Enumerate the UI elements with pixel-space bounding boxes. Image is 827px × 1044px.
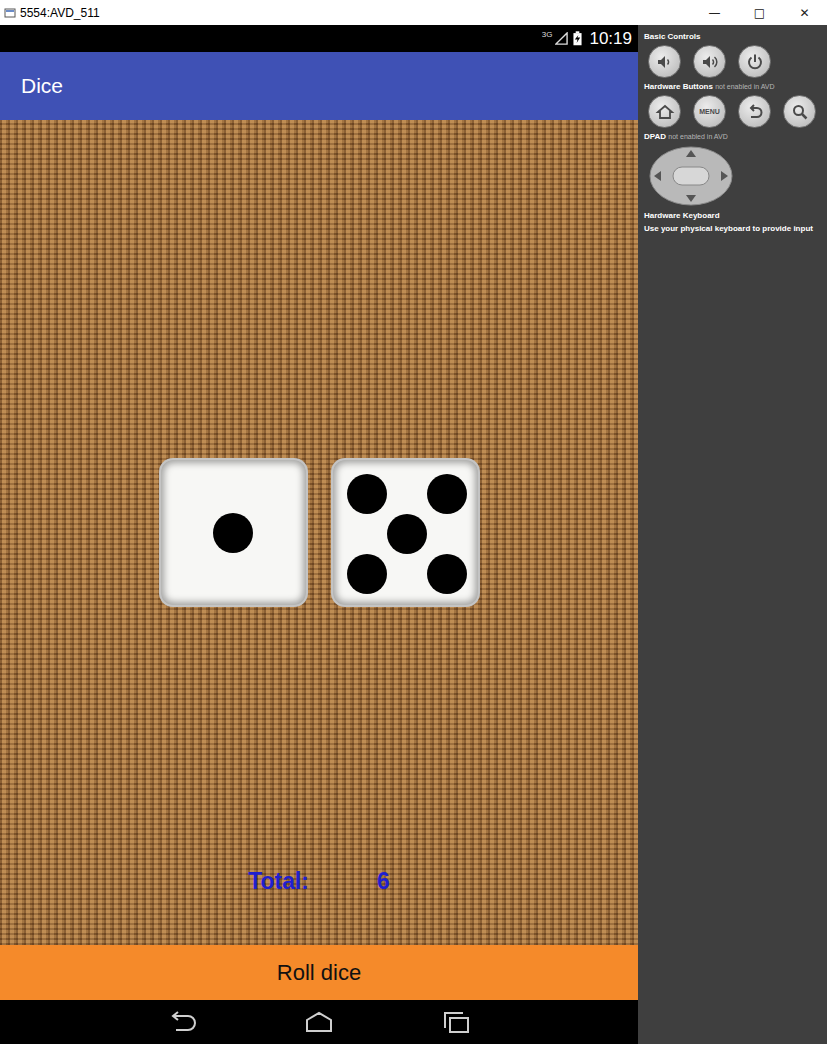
power-button[interactable] (738, 45, 771, 78)
navigation-bar (0, 1000, 638, 1044)
window-control-button[interactable]: □ (737, 0, 782, 25)
search-icon (790, 102, 810, 122)
total-value: 6 (377, 868, 390, 895)
window-title: 5554:AVD_511 (20, 6, 100, 20)
home-button[interactable] (648, 95, 681, 128)
phone-screen: 3G 10:19 Dice Total: 6 Roll dice (0, 25, 638, 1044)
volume-up-button[interactable] (693, 45, 726, 78)
die-pip (427, 554, 467, 594)
app-title: Dice (21, 74, 63, 98)
die-pip (213, 513, 253, 553)
signal-icon (555, 32, 568, 45)
status-bar: 3G 10:19 (0, 25, 638, 52)
die (333, 460, 478, 605)
section-note: not enabled in AVD (715, 83, 774, 90)
section-title: Basic Controls (644, 32, 823, 42)
volume-down-button[interactable] (648, 45, 681, 78)
network-type: 3G (542, 30, 553, 39)
die-pip (347, 554, 387, 594)
menu-button[interactable]: MENU (693, 95, 726, 128)
total-row: Total: 6 (0, 868, 638, 945)
roll-dice-button[interactable]: Roll dice (0, 945, 638, 1000)
dice-row (0, 460, 638, 605)
back-icon (745, 102, 765, 122)
control-section: DPAD not enabled in AVD (644, 132, 823, 207)
window-controls: —□✕ (692, 0, 827, 25)
board-background: Total: 6 (0, 120, 638, 945)
die-pip (387, 514, 427, 554)
section-title: DPAD not enabled in AVD (644, 132, 823, 142)
die-pip (427, 474, 467, 514)
keyboard-section: Hardware Keyboard Use your physical keyb… (644, 211, 823, 234)
back-icon[interactable] (164, 1010, 200, 1034)
search-button[interactable] (783, 95, 816, 128)
emulator-controls-panel: Basic Controls Hardware Buttons not enab… (638, 25, 827, 1044)
status-time: 10:19 (589, 29, 632, 49)
keyboard-title: Hardware Keyboard (644, 211, 823, 221)
app-bar: Dice (0, 52, 638, 120)
keyboard-hint: Use your physical keyboard to provide in… (644, 224, 823, 234)
dpad-icon[interactable] (648, 145, 734, 207)
total-label: Total: (248, 868, 309, 895)
battery-icon (573, 31, 582, 46)
title-bar: 5554:AVD_511 —□✕ (0, 0, 827, 25)
home-icon[interactable] (301, 1010, 337, 1034)
control-section: Basic Controls (644, 32, 823, 78)
window-control-button[interactable]: ✕ (782, 0, 827, 25)
window-control-button[interactable]: — (692, 0, 737, 25)
control-section: Hardware Buttons not enabled in AVD MENU (644, 82, 823, 128)
section-note: not enabled in AVD (668, 133, 727, 140)
die (161, 460, 306, 605)
home-icon (655, 102, 675, 122)
volume-up-icon (700, 52, 720, 72)
section-title: Hardware Buttons not enabled in AVD (644, 82, 823, 92)
power-icon (745, 52, 765, 72)
recents-icon[interactable] (438, 1010, 474, 1034)
volume-down-icon (655, 52, 675, 72)
app-icon (4, 7, 16, 19)
die-pip (347, 474, 387, 514)
emulator-window: 5554:AVD_511 —□✕ 3G 10:19 Dice Total: 6 … (0, 0, 827, 1044)
back-button[interactable] (738, 95, 771, 128)
